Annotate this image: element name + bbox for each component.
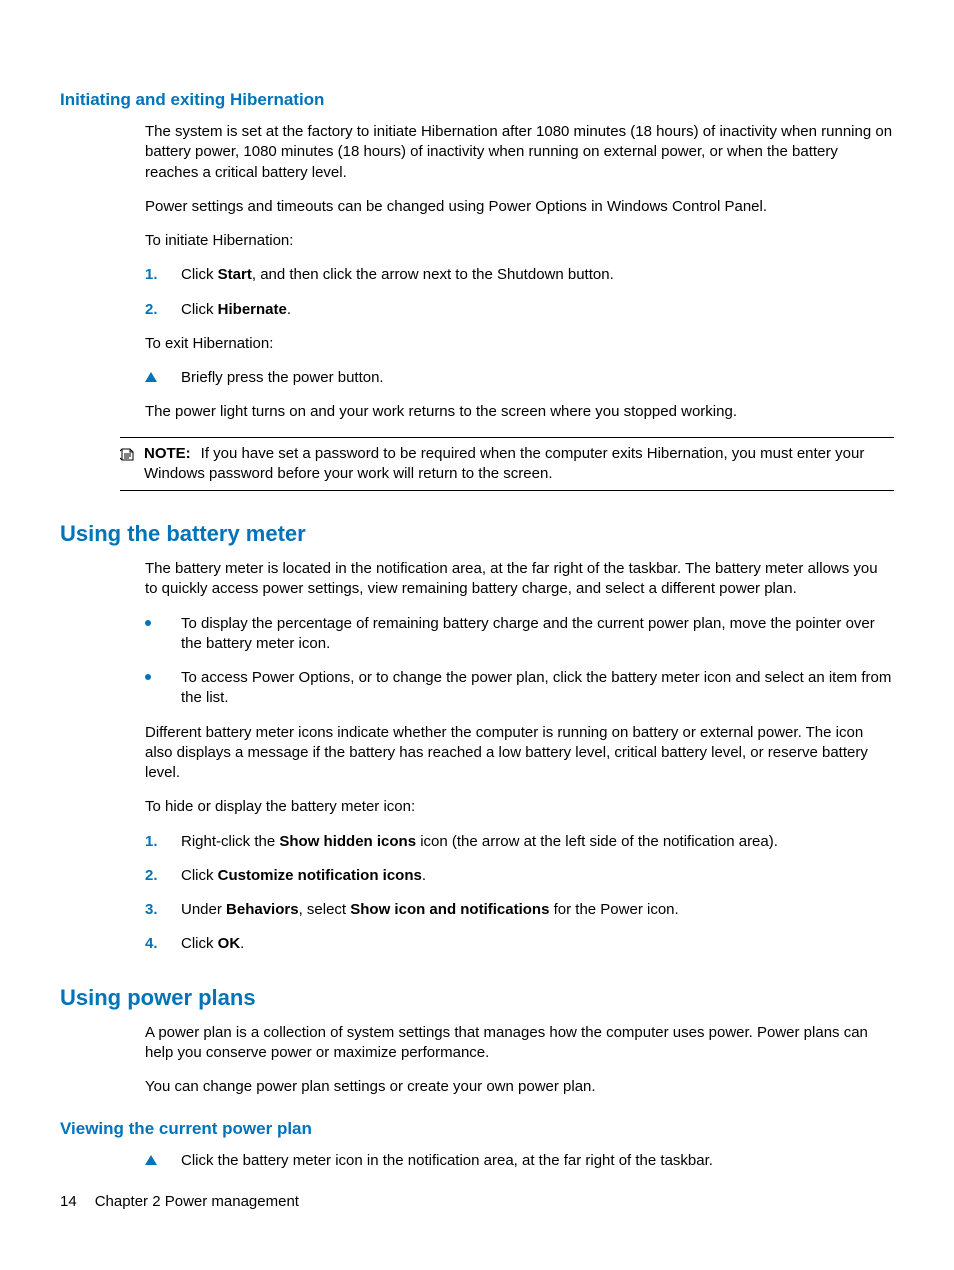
section-body: A power plan is a collection of system s… [145, 1023, 894, 1098]
list-number: 4. [145, 934, 181, 954]
list-number: 3. [145, 900, 181, 920]
section-body: The system is set at the factory to init… [145, 122, 894, 423]
ordered-list: 1. Click Start, and then click the arrow… [145, 265, 894, 320]
list-text: Click Start, and then click the arrow ne… [181, 265, 614, 285]
bullet-list: To display the percentage of remaining b… [145, 614, 894, 709]
paragraph: A power plan is a collection of system s… [145, 1023, 894, 1064]
page-footer: 14 Chapter 2 Power management [60, 1193, 299, 1210]
list-item: 4. Click OK. [145, 934, 894, 954]
dot-bullet-icon [145, 614, 181, 655]
note-icon [120, 444, 144, 485]
list-number: 1. [145, 265, 181, 285]
list-number: 1. [145, 832, 181, 852]
note-text: NOTE:If you have set a password to be re… [144, 444, 894, 485]
section-body: The battery meter is located in the noti… [145, 559, 894, 955]
heading-viewing-power-plan: Viewing the current power plan [60, 1119, 894, 1139]
page-number: 14 [60, 1193, 77, 1210]
paragraph: Power settings and timeouts can be chang… [145, 197, 894, 217]
list-text: Click OK. [181, 934, 244, 954]
paragraph: To exit Hibernation: [145, 334, 894, 354]
triangle-list: Briefly press the power button. [145, 368, 894, 388]
document-page: Initiating and exiting Hibernation The s… [0, 0, 954, 1270]
paragraph: The system is set at the factory to init… [145, 122, 894, 183]
list-number: 2. [145, 300, 181, 320]
paragraph: To initiate Hibernation: [145, 231, 894, 251]
ordered-list: 1. Right-click the Show hidden icons ico… [145, 832, 894, 955]
list-item: 1. Click Start, and then click the arrow… [145, 265, 894, 285]
heading-battery-meter: Using the battery meter [60, 521, 894, 547]
list-item: Briefly press the power button. [145, 368, 894, 388]
list-text: Click Hibernate. [181, 300, 291, 320]
list-item: To display the percentage of remaining b… [145, 614, 894, 655]
list-text: Click Customize notification icons. [181, 866, 426, 886]
note-block: NOTE:If you have set a password to be re… [120, 437, 894, 492]
heading-power-plans: Using power plans [60, 985, 894, 1011]
list-text: Briefly press the power button. [181, 368, 384, 388]
list-text: Under Behaviors, select Show icon and no… [181, 900, 679, 920]
chapter-label: Chapter 2 Power management [95, 1193, 299, 1210]
list-item: 2. Click Customize notification icons. [145, 866, 894, 886]
list-number: 2. [145, 866, 181, 886]
list-item: Click the battery meter icon in the noti… [145, 1151, 894, 1171]
list-text: Right-click the Show hidden icons icon (… [181, 832, 778, 852]
triangle-bullet-icon [145, 368, 181, 388]
list-item: To access Power Options, or to change th… [145, 668, 894, 709]
paragraph: To hide or display the battery meter ico… [145, 797, 894, 817]
dot-bullet-icon [145, 668, 181, 709]
paragraph: You can change power plan settings or cr… [145, 1077, 894, 1097]
list-item: 1. Right-click the Show hidden icons ico… [145, 832, 894, 852]
paragraph: The battery meter is located in the noti… [145, 559, 894, 600]
list-item: 3. Under Behaviors, select Show icon and… [145, 900, 894, 920]
heading-initiate-hibernation: Initiating and exiting Hibernation [60, 90, 894, 110]
list-text: To access Power Options, or to change th… [181, 668, 894, 709]
list-item: 2. Click Hibernate. [145, 300, 894, 320]
section-body: Click the battery meter icon in the noti… [145, 1151, 894, 1171]
paragraph: The power light turns on and your work r… [145, 402, 894, 422]
list-text: Click the battery meter icon in the noti… [181, 1151, 713, 1171]
triangle-list: Click the battery meter icon in the noti… [145, 1151, 894, 1171]
triangle-bullet-icon [145, 1151, 181, 1171]
list-text: To display the percentage of remaining b… [181, 614, 894, 655]
paragraph: Different battery meter icons indicate w… [145, 723, 894, 784]
